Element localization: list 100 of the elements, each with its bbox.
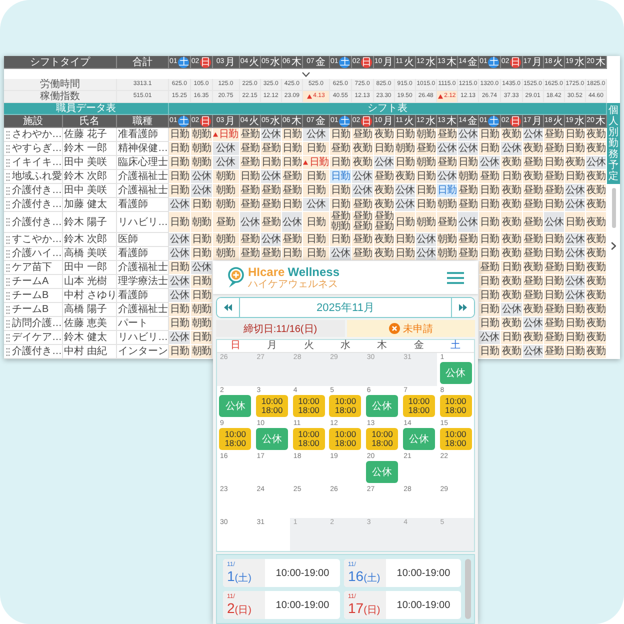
shift-cell: 昼勤 xyxy=(240,184,261,198)
chevron-right-icon[interactable] xyxy=(611,242,616,250)
drag-handle-icon[interactable] xyxy=(6,250,10,258)
table-cell: 山本 光樹 xyxy=(63,275,117,289)
drag-handle-icon[interactable] xyxy=(6,292,10,300)
drag-handle-icon[interactable] xyxy=(6,236,10,244)
shift-cell: 昼勤 xyxy=(260,247,282,261)
shift-cell: 日勤 xyxy=(479,317,501,331)
shift-cell: 夜勤 xyxy=(586,212,607,233)
shift-cell: 日勤 xyxy=(500,170,523,184)
deadline-label: 締切日:11/16(日) xyxy=(216,320,344,337)
chevron-down-icon[interactable] xyxy=(302,72,310,76)
shift-cell: 夜勤 xyxy=(522,142,544,156)
drag-handle-icon[interactable] xyxy=(6,130,10,138)
shift-cell: 公休 xyxy=(260,233,282,247)
drag-handle-icon[interactable] xyxy=(6,158,10,166)
drag-handle-icon[interactable] xyxy=(6,306,10,314)
shift-cell: 日勤 xyxy=(479,198,501,212)
menu-icon[interactable] xyxy=(447,272,464,284)
shift-cell: 昼勤 xyxy=(544,331,565,345)
time-range: 10:00-19:00 xyxy=(274,598,330,612)
shift-cell: 日勤 xyxy=(416,170,437,184)
shift-cell: 日勤 xyxy=(374,142,395,156)
shift-cell: 夜勤 xyxy=(500,247,523,261)
table-cell: 訪問介護… xyxy=(11,317,63,331)
shift-cell: 公休 xyxy=(522,128,544,142)
weekday-label: (日) xyxy=(234,604,252,616)
side-tab[interactable]: 個人別勤務予定 xyxy=(607,103,620,184)
drag-handle-icon[interactable] xyxy=(6,348,10,356)
shift-cell: 日勤 xyxy=(394,247,416,261)
table-cell: 田中 一郎 xyxy=(63,261,117,275)
shift-cell: 昼勤 xyxy=(544,261,565,275)
previous-month-button[interactable] xyxy=(217,298,240,317)
weekday-label: 月 xyxy=(383,116,394,126)
drag-handle-icon[interactable] xyxy=(6,218,10,226)
time-range: 10:00-19:00 xyxy=(396,598,452,612)
shift-cell: 日勤 xyxy=(564,128,586,142)
shift-cell: 公休 xyxy=(190,261,213,275)
drag-handle-icon[interactable] xyxy=(6,144,10,152)
brand-tagline: ハイケアウェルネス xyxy=(248,278,339,290)
shift-cell: 日勤 xyxy=(479,233,501,247)
shift-cell: 昼勤 xyxy=(436,128,458,142)
table-cell: 中村 さゆり xyxy=(63,289,117,303)
shift-cell: 公休 xyxy=(352,184,374,198)
shift-cell: 公休 xyxy=(522,345,544,359)
next-month-button[interactable] xyxy=(451,298,474,317)
shift-cell: 日勤 xyxy=(302,184,330,198)
table-cell: 鈴木 次郎 xyxy=(63,233,117,247)
weekday-label: 日 xyxy=(361,116,372,126)
shift-cell: 日勤 xyxy=(544,156,565,170)
shift-cell: 日勤 xyxy=(302,233,330,247)
shift-cell: 公休 xyxy=(436,170,458,184)
shift-cell: 朝勤 xyxy=(436,233,458,247)
shift-cell: 昼勤 xyxy=(240,198,261,212)
weekday-label: 木 xyxy=(291,56,302,68)
table-cell: さわやか… xyxy=(11,128,63,142)
weekday-label: 日 xyxy=(510,116,522,126)
shift-cell: 公休 xyxy=(586,156,607,170)
warning-icon xyxy=(307,94,312,99)
shift-cell: 日勤 xyxy=(169,212,191,233)
shift-time-tag: 10:00 18:00 xyxy=(329,395,362,417)
weekday-label: 金 xyxy=(315,56,326,68)
shift-time-tag: 10:00 18:00 xyxy=(402,395,435,417)
shift-cell: 昼勤 xyxy=(544,345,565,359)
shift-cell: 日勤 xyxy=(564,331,586,345)
drag-handle-icon[interactable] xyxy=(6,278,10,286)
section-header: 職員データ表 xyxy=(4,103,169,115)
shift-cell: 昼勤 xyxy=(260,198,282,212)
shift-cell: 公休 xyxy=(169,331,191,345)
drag-handle-icon[interactable] xyxy=(6,320,10,328)
drag-handle-icon[interactable] xyxy=(6,172,10,180)
drag-handle-icon[interactable] xyxy=(6,334,10,342)
shift-cell: 朝勤 xyxy=(436,247,458,261)
shift-cell: 日勤 xyxy=(394,233,416,247)
shift-cell: 夜勤 xyxy=(500,345,523,359)
shift-cell: 日勤 xyxy=(394,212,416,233)
drag-handle-icon[interactable] xyxy=(6,200,10,208)
shift-cell: 公休 xyxy=(564,198,586,212)
shift-cell: 昼勤 xyxy=(544,317,565,331)
shift-cell: 公休 xyxy=(330,247,352,261)
shift-cell: 夜勤 xyxy=(500,184,523,198)
shift-cell: 昼勤 xyxy=(260,184,282,198)
shift-cell: 昼勤 xyxy=(436,212,458,233)
table-cell: チームA xyxy=(11,275,63,289)
day-off-tag: 公休 xyxy=(366,395,398,417)
shift-cell: 日勤 xyxy=(479,275,501,289)
shift-cell: 昼勤 xyxy=(436,156,458,170)
shift-cell: 昼勤 xyxy=(352,198,374,212)
shift-cell: 夜勤 xyxy=(564,156,586,170)
drag-handle-icon[interactable] xyxy=(6,186,10,194)
shift-cell: 朝勤 xyxy=(416,156,437,170)
weekday-label: 月 xyxy=(225,56,236,68)
shift-cell: 夜勤 xyxy=(374,247,395,261)
scrollbar xyxy=(465,559,471,619)
drag-handle-icon[interactable] xyxy=(6,264,10,272)
shift-cell: 朝勤 xyxy=(212,184,240,198)
time-range: 10:00-19:00 xyxy=(274,566,330,580)
shift-cell: 日勤 xyxy=(479,345,501,359)
weekday-label: 水 xyxy=(574,116,584,126)
weekday-label: 水 xyxy=(574,56,584,68)
